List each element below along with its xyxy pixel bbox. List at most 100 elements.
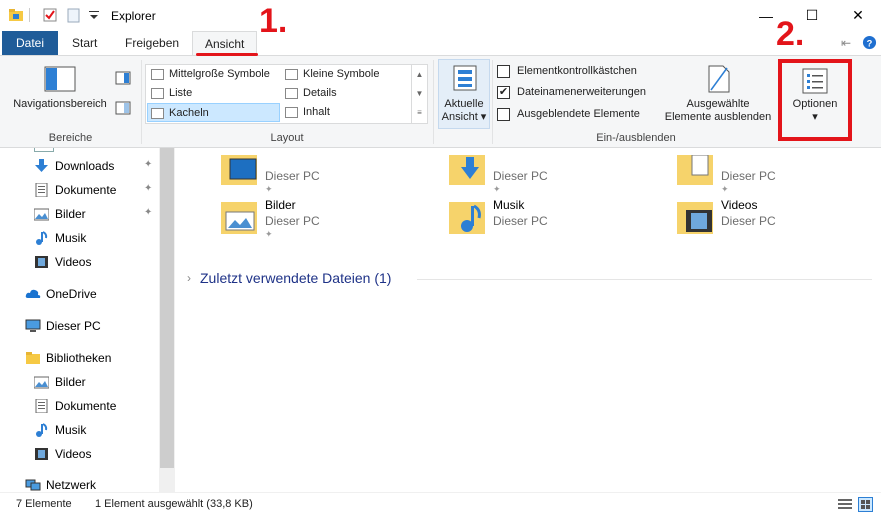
hide-selected-icon[interactable] <box>706 64 732 94</box>
navigation-pane-button[interactable]: Navigationsbereich <box>8 98 112 111</box>
library-icon <box>26 352 40 364</box>
list-icon <box>151 88 164 99</box>
folder-tile-bilder[interactable]: Bilder Dieser PC ✦ <box>220 198 430 246</box>
nav-scrollbar[interactable] <box>159 148 175 492</box>
nav-item-onedrive[interactable]: OneDrive <box>25 283 159 305</box>
cloud-icon <box>25 289 41 298</box>
gallery-scrollbar[interactable]: ▲ ▼ ≡ <box>411 65 427 123</box>
layout-medium-icons[interactable]: Mittelgroße Symbole <box>148 65 281 84</box>
nav-item-downloads[interactable]: Downloads <box>34 155 159 177</box>
customize-toolbar-icon[interactable] <box>86 7 102 23</box>
current-view-label-1: Aktuelle <box>444 98 484 110</box>
layout-details[interactable]: Details <box>282 84 411 103</box>
scrollbar-thumb[interactable] <box>160 148 174 468</box>
details-icon <box>285 88 298 99</box>
layout-list[interactable]: Liste <box>148 84 281 103</box>
tab-datei[interactable]: Datei <box>2 31 58 55</box>
folder-tile-videos[interactable]: Videos Dieser PC <box>676 198 881 246</box>
music-icon <box>36 423 48 437</box>
annotation-underline <box>196 53 258 56</box>
nav-item-dokumente[interactable]: Dokumente <box>34 179 159 201</box>
tab-freigeben[interactable]: Freigeben <box>113 31 191 55</box>
new-folder-icon[interactable] <box>66 7 82 23</box>
group-label-einausblenden: Ein-/ausblenden <box>596 132 676 144</box>
file-extensions-toggle[interactable]: ✔ Dateinamenerweiterungen <box>497 83 646 101</box>
group-separator <box>433 60 434 144</box>
minimize-icon: — <box>759 7 773 24</box>
nav-item-bibliotheken[interactable]: Bibliotheken <box>25 347 159 369</box>
nav-item-dieser-pc[interactable]: Dieser PC <box>25 315 159 337</box>
pictures-icon <box>34 208 49 221</box>
title-bar: Explorer — ☐ ✕ <box>0 0 881 31</box>
status-bar: 7 Elemente 1 Element ausgewählt (33,8 KB… <box>0 492 881 516</box>
pin-icon: ✦ <box>721 184 729 194</box>
checkbox[interactable] <box>497 108 510 121</box>
folder-tile-desktop[interactable]: Dieser PC ✦ <box>220 153 430 201</box>
details-pane-icon[interactable] <box>115 101 131 115</box>
nav-lib-bilder[interactable]: Bilder <box>34 371 159 393</box>
pictures-folder-icon <box>221 202 257 234</box>
video-icon <box>35 448 48 460</box>
hide-selected-label-2[interactable]: Elemente ausblenden <box>660 111 776 124</box>
maximize-icon: ☐ <box>805 7 819 23</box>
music-folder-icon <box>449 202 485 234</box>
svg-text:?: ? <box>867 38 873 48</box>
small-icons-icon <box>285 69 298 80</box>
nav-item-netzwerk[interactable]: Netzwerk <box>25 474 159 492</box>
help-icon[interactable]: ? <box>862 35 877 50</box>
close-button[interactable]: ✕ <box>835 0 881 31</box>
content-icon <box>285 107 298 118</box>
layout-small-icons[interactable]: Kleine Symbole <box>282 65 411 84</box>
document-icon <box>35 183 48 197</box>
large-icons-view-icon[interactable] <box>858 497 873 512</box>
pin-ribbon-icon[interactable]: ⇤ <box>841 36 851 50</box>
folder-tile-musik[interactable]: Musik Dieser PC <box>448 198 658 246</box>
layout-tiles[interactable]: Kacheln <box>147 103 280 122</box>
pictures-icon <box>34 376 49 389</box>
medium-icons-icon <box>151 69 164 80</box>
details-view-icon[interactable] <box>838 498 852 511</box>
current-view-label-2: Ansicht ▾ <box>441 111 487 123</box>
chevron-up-icon[interactable]: ▲ <box>412 65 427 84</box>
item-checkboxes-toggle[interactable]: Elementkontrollkästchen <box>497 62 637 80</box>
hide-selected-label-1[interactable]: Ausgewählte <box>660 98 776 111</box>
nav-item-videos[interactable]: Videos <box>34 251 159 273</box>
properties-icon[interactable] <box>42 7 58 23</box>
pin-icon[interactable]: ✦ <box>144 159 152 170</box>
nav-item-bilder[interactable]: Bilder <box>34 203 159 225</box>
annotation-highlight-box <box>778 59 852 141</box>
document-icon <box>35 399 48 413</box>
chevron-down-icon[interactable]: ▼ <box>412 84 427 103</box>
chevron-right-icon[interactable]: › <box>187 271 191 285</box>
pin-icon[interactable]: ✦ <box>144 207 152 218</box>
folder-tile-documents[interactable]: Dieser PC ✦ <box>676 153 881 201</box>
preview-pane-icon[interactable] <box>115 71 131 85</box>
group-label-bereiche: Bereiche <box>48 132 93 144</box>
documents-folder-icon <box>677 155 713 185</box>
navigation-pane: Downloads ✦ Dokumente ✦ Bilder ✦ Musik V… <box>0 148 175 492</box>
layout-content[interactable]: Inhalt <box>282 103 411 122</box>
music-icon <box>36 231 48 245</box>
pin-icon[interactable]: ✦ <box>144 183 152 194</box>
annotation-step-2: 2. <box>776 15 805 53</box>
item-count: 7 Elemente <box>16 498 72 510</box>
ribbon-panel: Navigationsbereich Bereiche Mittelgroße … <box>0 55 881 148</box>
close-icon: ✕ <box>852 7 864 23</box>
checkbox-checked[interactable]: ✔ <box>497 86 510 99</box>
hidden-items-toggle[interactable]: Ausgeblendete Elemente <box>497 105 640 123</box>
nav-lib-videos[interactable]: Videos <box>34 443 159 465</box>
recent-files-section-header[interactable]: › Zuletzt verwendete Dateien (1) <box>183 268 873 290</box>
current-view-icon <box>453 65 477 91</box>
pin-icon: ✦ <box>265 229 273 239</box>
tab-start[interactable]: Start <box>60 31 109 55</box>
checkbox[interactable] <box>497 65 510 78</box>
nav-lib-musik[interactable]: Musik <box>34 419 159 441</box>
current-view-button[interactable]: Aktuelle Ansicht ▾ <box>438 59 490 129</box>
selection-info: 1 Element ausgewählt (33,8 KB) <box>95 498 253 510</box>
folder-tile-downloads[interactable]: Dieser PC ✦ <box>448 153 658 201</box>
gallery-expand-icon[interactable]: ≡ <box>412 103 427 122</box>
navigation-pane-icon[interactable] <box>44 66 76 92</box>
nav-item-musik[interactable]: Musik <box>34 227 159 249</box>
cut-off-item-icon <box>34 148 54 152</box>
nav-lib-dokumente[interactable]: Dokumente <box>34 395 159 417</box>
